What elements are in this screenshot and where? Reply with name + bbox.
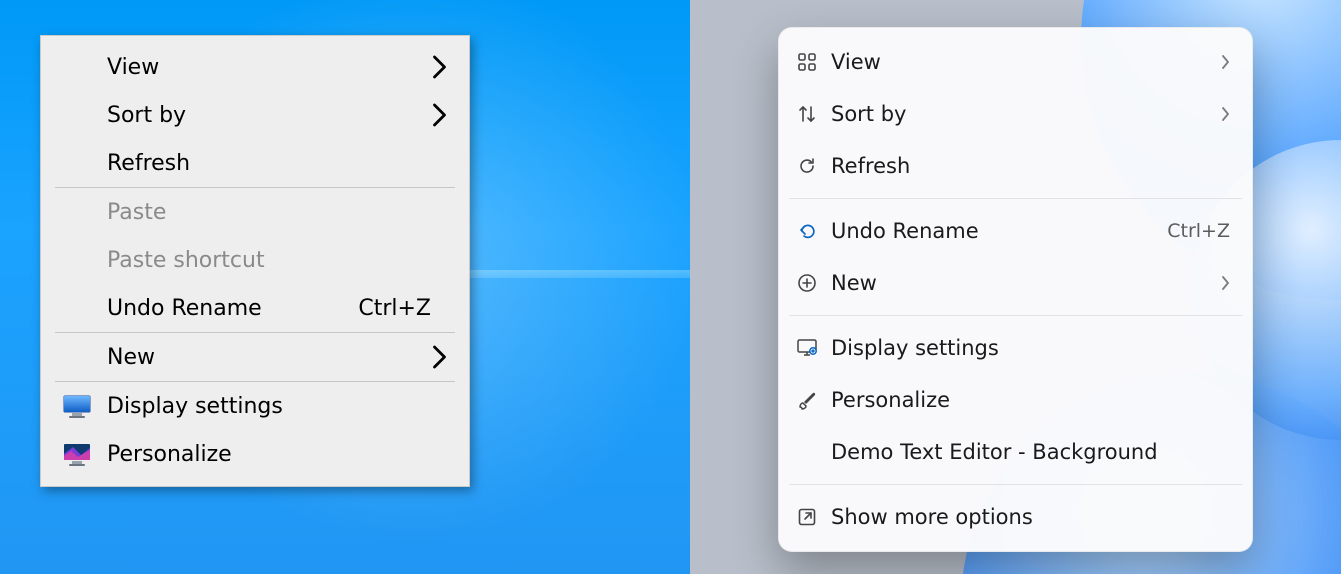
undo-icon [793,217,821,245]
personalize-icon [61,440,95,468]
menu-item-undo-rename[interactable]: Undo Rename Ctrl+Z [41,284,469,332]
chevron-right-icon [432,344,447,370]
menu-item-label: Sort by [831,102,906,126]
menu-item-display-settings[interactable]: Display settings [41,382,469,430]
menu-item-label: Demo Text Editor - Background [831,440,1158,464]
menu-item-sort-by[interactable]: Sort by [41,91,469,139]
blank-icon [793,438,821,466]
menu-item-show-more-options[interactable]: Show more options [779,491,1252,543]
menu-item-label: Refresh [107,151,190,176]
menu-item-label: Paste [107,200,166,225]
menu-item-label: View [107,55,159,80]
menu-item-personalize[interactable]: Personalize [779,374,1252,426]
menu-item-label: Personalize [107,442,232,467]
menu-item-label: Paste shortcut [107,248,265,273]
menu-item-new[interactable]: New [779,257,1252,309]
separator [789,315,1242,316]
menu-item-shortcut: Ctrl+Z [358,296,431,321]
menu-item-paste: Paste [41,188,469,236]
menu-item-label: Display settings [831,336,999,360]
menu-item-label: Undo Rename [831,219,979,243]
menu-item-demo-text-editor[interactable]: Demo Text Editor - Background [779,426,1252,478]
sort-icon [793,100,821,128]
menu-item-label: Refresh [831,154,910,178]
chevron-right-icon [432,54,447,80]
menu-item-paste-shortcut: Paste shortcut [41,236,469,284]
display-icon [61,392,95,420]
chevron-right-icon [1221,275,1230,291]
menu-item-view[interactable]: View [779,36,1252,88]
menu-item-label: Sort by [107,103,186,128]
grid-icon [793,48,821,76]
menu-item-new[interactable]: New [41,333,469,381]
menu-item-personalize[interactable]: Personalize [41,430,469,478]
win10-desktop: View Sort by Refresh Paste Paste shortcu… [0,0,690,574]
menu-item-label: Display settings [107,394,283,419]
menu-item-label: Show more options [831,505,1033,529]
win11-context-menu: View Sort by Refresh [778,27,1253,552]
menu-item-view[interactable]: View [41,43,469,91]
separator [789,484,1242,485]
menu-item-label: New [107,345,155,370]
menu-item-refresh[interactable]: Refresh [41,139,469,187]
menu-item-refresh[interactable]: Refresh [779,140,1252,192]
expand-icon [793,503,821,531]
menu-item-shortcut: Ctrl+Z [1167,220,1230,242]
chevron-right-icon [1221,106,1230,122]
paintbrush-icon [793,386,821,414]
menu-item-undo-rename[interactable]: Undo Rename Ctrl+Z [779,205,1252,257]
menu-item-sort-by[interactable]: Sort by [779,88,1252,140]
win11-desktop: View Sort by Refresh [690,0,1341,574]
menu-item-label: View [831,50,881,74]
menu-item-label: Undo Rename [107,296,262,321]
plus-circle-icon [793,269,821,297]
display-settings-icon [793,334,821,362]
refresh-icon [793,152,821,180]
separator [789,198,1242,199]
chevron-right-icon [432,102,447,128]
chevron-right-icon [1221,54,1230,70]
win10-context-menu: View Sort by Refresh Paste Paste shortcu… [40,35,470,487]
menu-item-label: New [831,271,877,295]
menu-item-label: Personalize [831,388,950,412]
menu-item-display-settings[interactable]: Display settings [779,322,1252,374]
